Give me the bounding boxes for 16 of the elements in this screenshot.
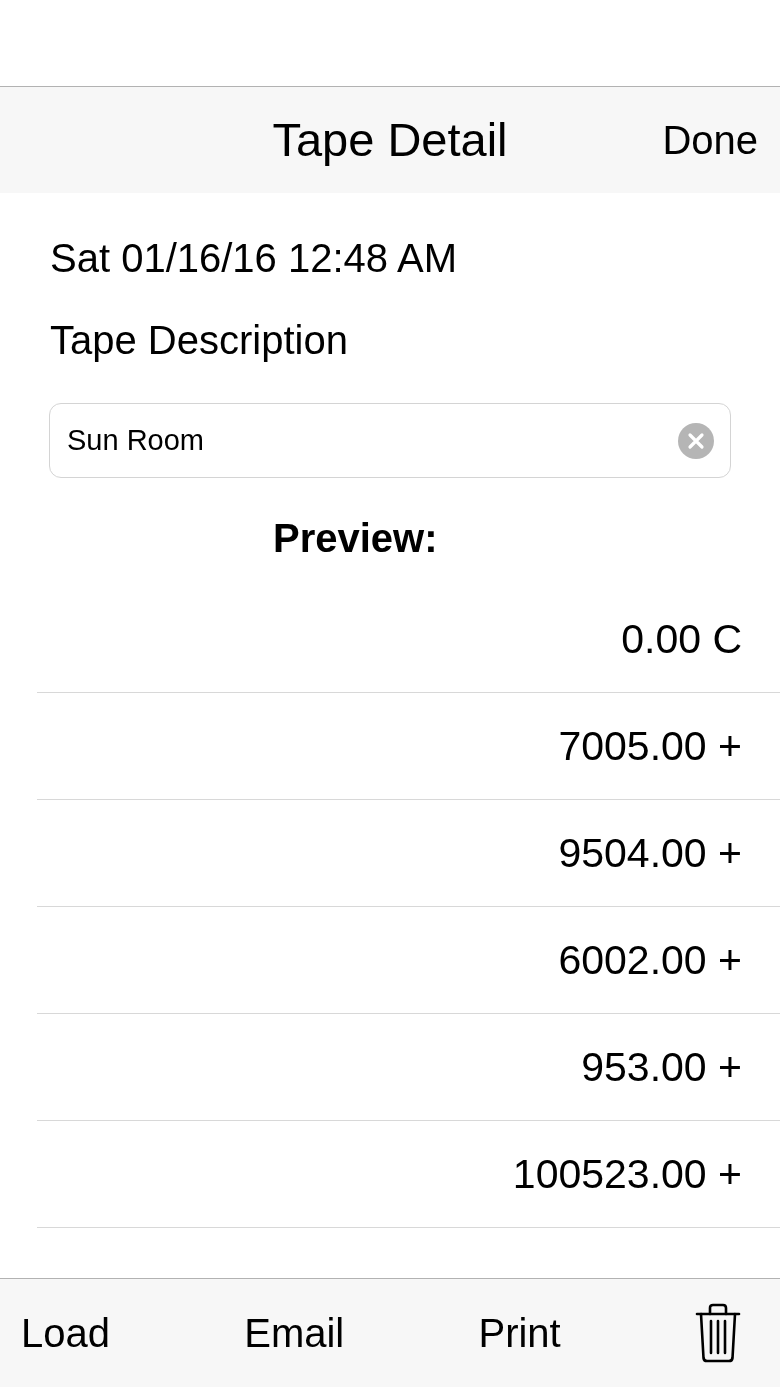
preview-heading: Preview:	[273, 516, 439, 560]
trash-icon[interactable]	[694, 1303, 741, 1363]
tape-entry: 7005.00 +	[558, 722, 742, 770]
tape-entry: 100523.00 +	[512, 1150, 742, 1198]
toolbar-button[interactable]: Print	[478, 1309, 561, 1357]
description-field[interactable]: Sun Room	[49, 403, 731, 478]
tape-date: Sat 01/16/16 12:48 AM	[50, 235, 458, 281]
tape-entry: 0.00 C	[621, 615, 742, 663]
tape-entry: 6002.00 +	[558, 936, 742, 984]
toolbar-button[interactable]: Email	[244, 1309, 345, 1357]
field-label: Tape Description	[50, 317, 349, 363]
tape-entry: 953.00 +	[581, 1043, 742, 1091]
nav-title: Tape Detail	[272, 112, 508, 168]
toolbar-button[interactable]: Load	[21, 1309, 110, 1357]
done-button[interactable]: Done	[662, 116, 758, 164]
tape-entry: 9504.00 +	[558, 829, 742, 877]
